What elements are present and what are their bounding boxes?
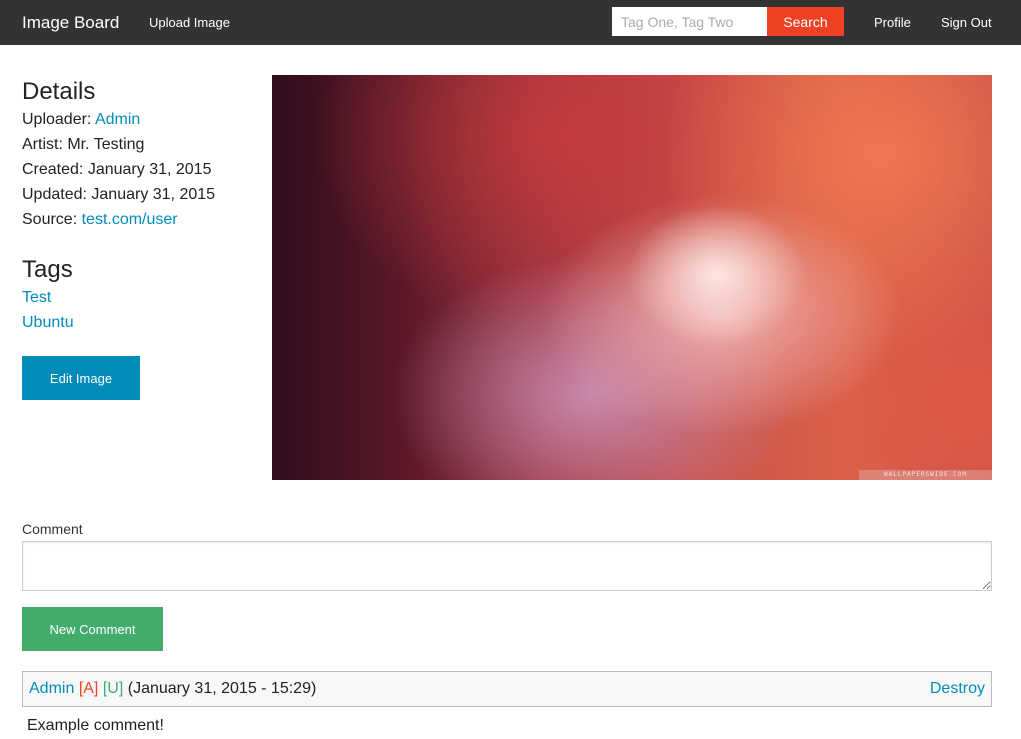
source-link[interactable]: test.com/user [82,211,178,228]
created-value: January 31, 2015 [87,161,212,178]
search-button[interactable]: Search [767,7,844,36]
destroy-comment-link[interactable]: Destroy [930,672,985,706]
comment-timestamp: (January 31, 2015 - 15:29) [127,680,317,697]
edit-image-button[interactable]: Edit Image [22,356,140,400]
comment-header: Admin [A] [U] (January 31, 2015 - 15:29)… [22,671,992,707]
source-label: Source: [22,211,78,228]
admin-badge: [A] [78,680,99,697]
artist-row: Artist: Mr. Testing [22,132,262,157]
uploader-link[interactable]: Admin [95,111,140,128]
profile-link[interactable]: Profile [874,0,911,45]
artist-label: Artist: [22,136,63,153]
main-image: WALLPAPERSWIDE.COM [272,75,992,480]
top-bar: Image Board Upload Image Search Profile … [0,0,1021,45]
comment-body: Example comment! [27,717,164,734]
details-panel: Details Uploader: Admin Artist: Mr. Test… [22,78,262,232]
updated-value: January 31, 2015 [91,186,216,203]
created-row: Created: January 31, 2015 [22,157,262,182]
uploader-row: Uploader: Admin [22,107,262,132]
comment-textarea[interactable] [22,541,992,591]
updated-row: Updated: January 31, 2015 [22,182,262,207]
created-label: Created: [22,161,84,178]
upload-image-link[interactable]: Upload Image [149,0,230,45]
tags-panel: Tags Test Ubuntu [22,256,262,335]
comment-author-link[interactable]: Admin [29,680,74,697]
brand-link[interactable]: Image Board [22,0,119,45]
image-watermark: WALLPAPERSWIDE.COM [859,470,992,480]
details-heading: Details [22,78,96,105]
comment-label: Comment [22,521,83,537]
tag-search-input[interactable] [612,7,767,36]
uploader-label: Uploader: [22,111,92,128]
tag-link[interactable]: Ubuntu [22,310,262,335]
tags-heading: Tags [22,256,73,283]
source-row: Source: test.com/user [22,207,262,232]
user-badge: [U] [102,680,124,697]
tag-link[interactable]: Test [22,285,262,310]
new-comment-button[interactable]: New Comment [22,607,163,651]
updated-label: Updated: [22,186,87,203]
artist-value: Mr. Testing [67,136,145,153]
sign-out-link[interactable]: Sign Out [941,0,992,45]
